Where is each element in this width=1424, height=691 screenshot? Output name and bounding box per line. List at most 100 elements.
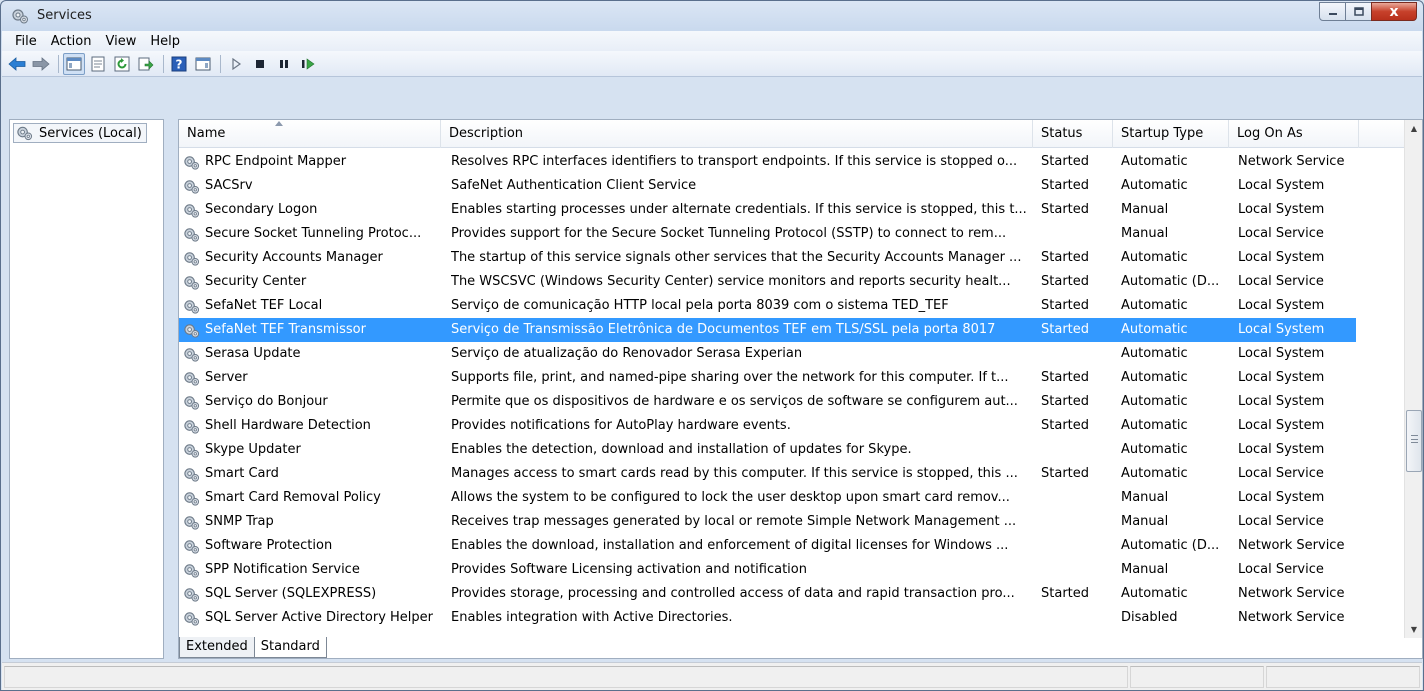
service-description: Provides Software Licensing activation a…	[451, 562, 807, 577]
back-button[interactable]	[6, 53, 28, 75]
service-name-text: RPC Endpoint Mapper	[205, 154, 347, 169]
table-row[interactable]: SQL Server Active Directory Helper Enable…	[179, 606, 1405, 630]
forward-button[interactable]	[30, 53, 52, 75]
vertical-scrollbar[interactable]: ▲ ▼	[1404, 120, 1422, 638]
column-header-description[interactable]: Description	[441, 120, 1033, 148]
table-row[interactable]: Skype Updater Enables the detection, down…	[179, 438, 1405, 462]
scroll-down-icon[interactable]: ▼	[1405, 621, 1422, 638]
column-header-label: Startup Type	[1121, 126, 1204, 141]
tab-extended[interactable]: Extended	[179, 637, 255, 658]
table-row[interactable]: Serviço do Bonjour Permite que os disposi…	[179, 390, 1405, 414]
service-name: Skype Updater	[183, 438, 439, 462]
service-name-text: Smart Card Removal Policy	[205, 490, 381, 505]
toolbar-separator	[58, 54, 59, 73]
start-service-button[interactable]	[225, 53, 247, 75]
table-row[interactable]: Server Supports file, print, and named-pi…	[179, 366, 1405, 390]
service-gear-icon	[184, 443, 200, 458]
help-button[interactable]: ?	[168, 53, 190, 75]
service-startup-type: Manual	[1121, 202, 1169, 217]
service-name: Serasa Update	[183, 342, 439, 366]
table-row[interactable]: Smart Card Removal Policy Allows the syst…	[179, 486, 1405, 510]
service-log-on-as: Local System	[1238, 250, 1325, 265]
table-row[interactable]: Smart Card Manages access to smart cards …	[179, 462, 1405, 486]
scroll-up-icon[interactable]: ▲	[1405, 120, 1422, 137]
maximize-button[interactable]	[1345, 2, 1372, 21]
table-row[interactable]: SACSrv SafeNet Authentication Client Serv…	[179, 174, 1405, 198]
export-list-button[interactable]	[135, 53, 157, 75]
service-name-text: SefaNet TEF Local	[205, 298, 323, 313]
scroll-thumb[interactable]	[1406, 410, 1422, 472]
title-bar[interactable]: Services x	[1, 1, 1423, 31]
maximize-icon	[1353, 7, 1364, 16]
column-header-name[interactable]: Name	[179, 120, 441, 148]
menu-view[interactable]: View	[98, 34, 143, 49]
table-row[interactable]: SPP Notification Service Provides Softwar…	[179, 558, 1405, 582]
service-description: Manages access to smart cards read by th…	[451, 466, 1018, 481]
table-row[interactable]: SNMP Trap Receives trap messages generate…	[179, 510, 1405, 534]
services-window: Services x File Action View Help ? Servi…	[0, 0, 1424, 691]
table-row[interactable]: Security Accounts Manager The startup of …	[179, 246, 1405, 270]
service-status: Started	[1041, 586, 1090, 601]
service-gear-icon	[184, 539, 200, 554]
table-row[interactable]: Secure Socket Tunneling Protoc... Provide…	[179, 222, 1405, 246]
service-name-text: Serasa Update	[205, 346, 301, 361]
service-status	[1041, 342, 1111, 366]
refresh-button[interactable]	[111, 53, 133, 75]
stop-service-button[interactable]	[249, 53, 271, 75]
service-gear-icon	[184, 323, 200, 338]
service-status: Started	[1041, 202, 1090, 217]
table-row[interactable]: Security Center The WSCSVC (Windows Secur…	[179, 270, 1405, 294]
table-row[interactable]: Serasa Update Serviço de atualização do R…	[179, 342, 1405, 366]
svg-text:?: ?	[176, 57, 183, 71]
service-startup-type: Automatic	[1121, 394, 1188, 409]
pause-service-button[interactable]	[273, 53, 295, 75]
restart-service-button[interactable]	[297, 53, 319, 75]
window-title: Services	[37, 8, 92, 23]
table-row[interactable]: SefaNet TEF Transmissor Serviço de Transm…	[179, 318, 1356, 342]
table-row[interactable]: Software Protection Enables the download,…	[179, 534, 1405, 558]
table-row[interactable]: RPC Endpoint Mapper Resolves RPC interfac…	[179, 150, 1405, 174]
menu-action[interactable]: Action	[44, 34, 99, 49]
service-startup-type: Manual	[1121, 562, 1169, 577]
service-log-on-as: Local System	[1238, 418, 1325, 433]
show-hide-console-tree-icon	[66, 57, 82, 70]
close-button[interactable]: x	[1371, 2, 1417, 21]
service-status	[1041, 534, 1111, 558]
service-name: Serviço do Bonjour	[183, 390, 439, 414]
menu-help[interactable]: Help	[143, 34, 187, 49]
service-gear-icon	[184, 275, 200, 290]
service-status: Started	[1041, 466, 1090, 481]
column-header-label: Log On As	[1237, 126, 1303, 141]
service-startup-type: Automatic	[1121, 154, 1188, 169]
column-header-status[interactable]: Status	[1033, 120, 1113, 148]
column-header-label: Name	[187, 126, 226, 141]
service-description: The WSCSVC (Windows Security Center) ser…	[451, 274, 1011, 289]
table-row[interactable]: Shell Hardware Detection Provides notific…	[179, 414, 1405, 438]
service-startup-type: Automatic	[1121, 250, 1188, 265]
view-tabs: Extended Standard	[179, 637, 327, 659]
service-gear-icon	[184, 563, 200, 578]
service-description: Receives trap messages generated by loca…	[451, 514, 1017, 529]
table-row[interactable]: SefaNet TEF Local Serviço de comunicação …	[179, 294, 1405, 318]
service-status	[1041, 222, 1111, 246]
service-log-on-as: Network Service	[1238, 538, 1345, 553]
menu-file[interactable]: File	[8, 34, 44, 49]
start-service-icon	[232, 57, 242, 70]
service-log-on-as: Local Service	[1238, 274, 1324, 289]
window-controls: x	[1319, 2, 1417, 22]
table-row[interactable]: SQL Server (SQLEXPRESS) Provides storage,…	[179, 582, 1405, 606]
service-status: Started	[1041, 178, 1090, 193]
show-hide-action-pane-button[interactable]	[192, 53, 214, 75]
minimize-button[interactable]	[1319, 2, 1346, 21]
column-header-log-on-as[interactable]: Log On As	[1229, 120, 1359, 148]
show-hide-console-tree-button[interactable]	[63, 52, 85, 75]
grip-icon	[1411, 435, 1418, 443]
service-log-on-as: Local Service	[1238, 562, 1324, 577]
table-row[interactable]: Secondary Logon Enables starting processe…	[179, 198, 1405, 222]
service-log-on-as: Local Service	[1238, 514, 1324, 529]
properties-button[interactable]	[87, 53, 109, 75]
column-header-startup-type[interactable]: Startup Type	[1113, 120, 1229, 148]
tree-item-services-local[interactable]: Services (Local)	[13, 123, 147, 143]
tab-standard[interactable]: Standard	[253, 637, 327, 658]
show-hide-action-pane-icon	[195, 57, 211, 70]
